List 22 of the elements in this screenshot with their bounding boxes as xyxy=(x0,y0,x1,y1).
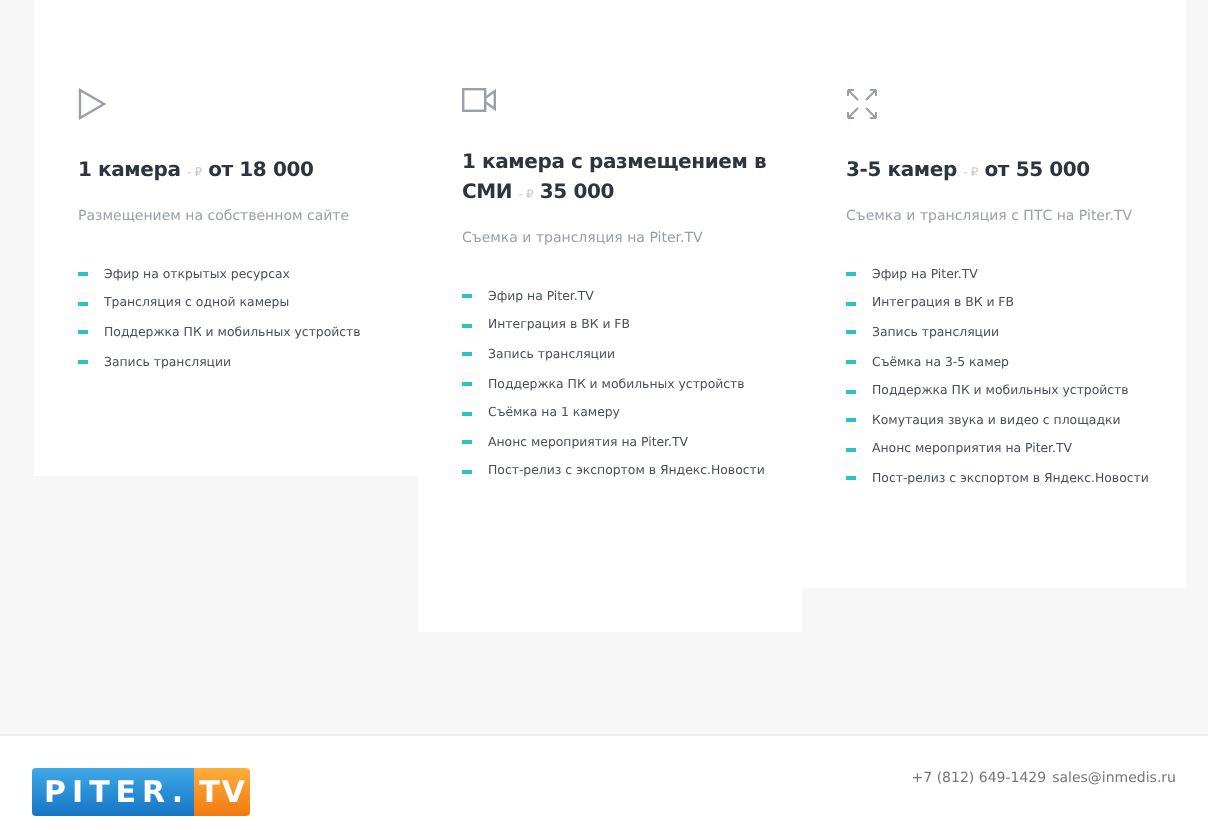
dash-marker xyxy=(846,272,856,277)
dash-marker xyxy=(462,411,472,416)
video-camera-icon xyxy=(462,88,496,112)
dash-marker xyxy=(462,440,472,445)
dash-marker xyxy=(78,272,88,277)
play-icon xyxy=(78,88,106,120)
dash-marker xyxy=(462,352,472,357)
dash-marker xyxy=(78,360,88,365)
dash-marker xyxy=(462,294,472,299)
dash-marker xyxy=(846,360,856,365)
dash-marker xyxy=(78,301,88,306)
dash-marker xyxy=(846,447,856,452)
dash-marker xyxy=(462,323,472,328)
dash-marker xyxy=(462,469,472,474)
dash-marker xyxy=(846,389,856,394)
dash-marker xyxy=(846,330,856,335)
dash-marker xyxy=(846,418,856,423)
dash-marker xyxy=(846,301,856,306)
expand-icon xyxy=(846,88,878,120)
dash-marker xyxy=(78,330,88,335)
dash-marker xyxy=(846,476,856,481)
dash-marker xyxy=(462,382,472,387)
